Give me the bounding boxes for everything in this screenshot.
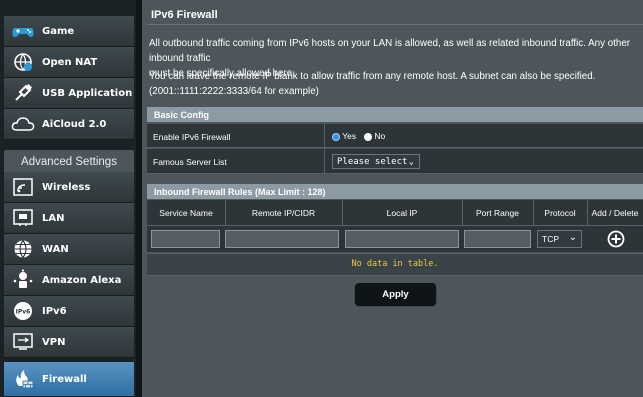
open-nat-icon [10,51,36,73]
sidebar-item-label: Wireless [42,181,91,193]
no-data-message: No data in table. [351,259,439,269]
description-remote-ip: You can leave the remote IP blank to all… [149,71,596,97]
radio-no-icon [364,132,372,141]
title-divider [147,24,643,25]
protocol-select[interactable]: TCP ⌄ [537,230,582,248]
add-circle-icon [607,230,625,248]
main-panel: IPv6 Firewall All outbound traffic comin… [142,0,643,397]
sidebar-item-lan[interactable]: LAN [4,203,134,234]
sidebar-item-label: WAN [42,243,69,255]
sidebar-item-open-nat[interactable]: Open NAT [4,47,134,78]
sidebar-item-label: Firewall [42,373,87,385]
ipv6-icon: IPv6 [10,300,36,322]
sidebar-item-label: Open NAT [42,56,98,68]
sidebar-item-label: LAN [42,212,65,224]
remote-ip-input[interactable] [225,230,339,248]
wireless-icon [10,176,36,198]
sidebar-item-firewall[interactable]: Firewall [4,362,134,397]
column-add-delete: Add / Delete [591,208,639,218]
sidebar-item-ipv6[interactable]: IPv6 IPv6 [4,296,134,327]
rules-input-row: TCP ⌄ [147,226,643,252]
chevron-down-icon: ⌄ [408,157,414,167]
sidebar-item-label: Amazon Alexa [42,274,122,286]
rules-table-header: Service Name Remote IP/CIDR Local IP Por… [147,200,643,226]
famous-server-list-label: Famous Server List [153,157,227,167]
sidebar-item-label: IPv6 [42,305,67,317]
lan-icon [10,207,36,229]
sidebar-item-aicloud[interactable]: AiCloud 2.0 [4,109,134,140]
add-rule-button[interactable] [607,230,625,248]
column-port-range: Port Range [476,208,519,218]
sidebar-item-game[interactable]: Game [4,16,134,47]
usb-icon [10,82,36,104]
sidebar-item-label: VPN [42,336,66,348]
cloud-icon [10,113,36,135]
gamepad-icon [10,20,36,42]
page-title: IPv6 Firewall [151,9,218,21]
globe-icon [10,238,36,260]
sidebar-item-amazon-alexa[interactable]: Amazon Alexa [4,265,134,296]
radio-yes[interactable]: Yes [332,131,356,141]
column-service-name: Service Name [159,208,213,218]
radio-no[interactable]: No [364,131,385,141]
advanced-settings-header: Advanced Settings [4,150,134,174]
port-range-input[interactable] [464,230,531,248]
radio-yes-selected-icon [332,132,340,141]
column-remote-ip: Remote IP/CIDR [251,208,316,218]
local-ip-input[interactable] [345,230,459,248]
enable-ipv6-firewall-row: Enable IPv6 Firewall Yes No [147,124,643,148]
sidebar-item-label: AiCloud 2.0 [42,118,107,130]
sidebar-item-usb-application[interactable]: USB Application [4,78,134,109]
sidebar-item-label: Game [42,25,75,37]
column-local-ip: Local IP [386,208,418,218]
service-name-input[interactable] [151,230,220,248]
sidebar-item-wan[interactable]: WAN [4,234,134,265]
famous-server-list-row: Famous Server List Please select ⌄ [147,149,643,174]
enable-ipv6-firewall-label: Enable IPv6 Firewall [153,132,231,142]
rules-empty-row: No data in table. [147,253,643,276]
sidebar: Game Open NAT USB Application AiCloud 2.… [0,0,136,397]
sidebar-item-label: USB Application [42,87,133,99]
sidebar-item-wireless[interactable]: Wireless [4,172,134,203]
sidebar-item-vpn[interactable]: VPN [4,327,134,358]
basic-config-header: Basic Config [147,107,643,122]
svg-text:IPv6: IPv6 [16,309,31,316]
alexa-icon [10,269,36,291]
chevron-down-icon: ⌄ [568,232,577,243]
column-protocol: Protocol [544,208,576,218]
firewall-icon [10,368,36,390]
famous-server-select[interactable]: Please select ⌄ [332,154,420,169]
vpn-icon [10,331,36,353]
inbound-rules-header: Inbound Firewall Rules (Max Limit : 128) [147,184,643,199]
apply-button[interactable]: Apply [355,283,436,305]
